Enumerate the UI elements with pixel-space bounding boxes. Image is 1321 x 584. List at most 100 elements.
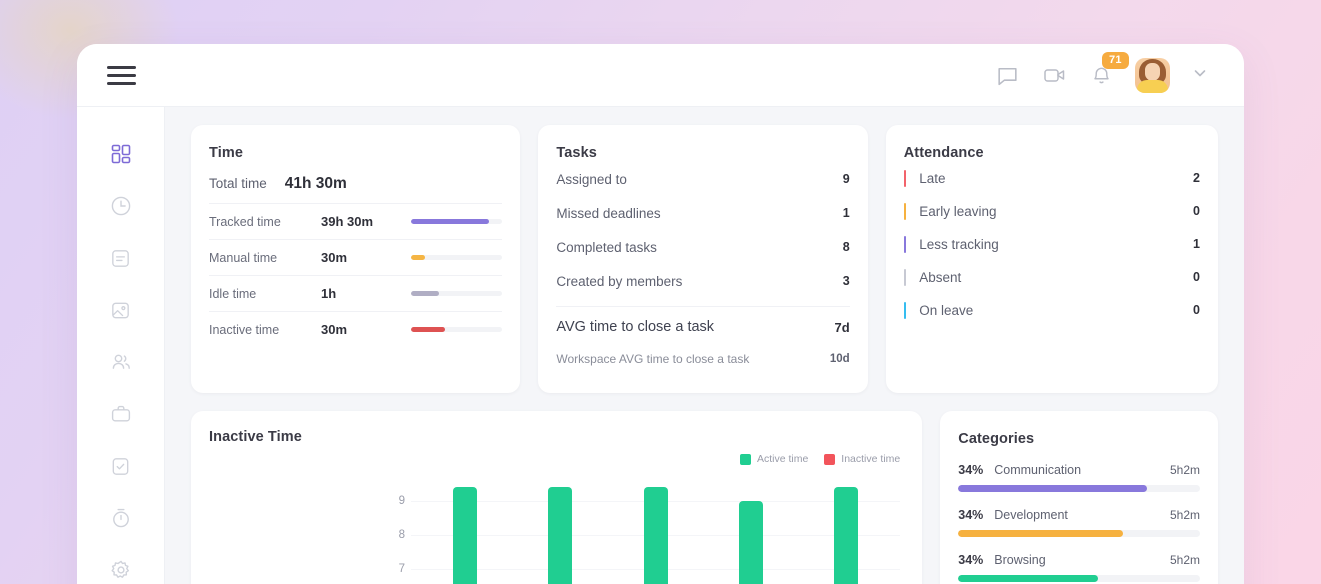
time-row-value: 1h bbox=[321, 286, 337, 301]
time-row-value: 30m bbox=[321, 322, 348, 337]
attendance-row-value: 0 bbox=[1193, 204, 1200, 218]
hamburger-menu-button[interactable] bbox=[77, 65, 165, 85]
task-row-label: Completed tasks bbox=[556, 239, 657, 255]
attendance-card-title: Attendance bbox=[903, 145, 984, 161]
attendance-row-value: 0 bbox=[1193, 270, 1200, 284]
time-row-value: 39h 30m bbox=[321, 214, 374, 229]
avg-close-time-value: 7d bbox=[834, 319, 850, 335]
category-progress-track bbox=[958, 530, 1200, 537]
legend-label: Inactive time bbox=[841, 453, 901, 465]
chart-y-tick: 8 bbox=[398, 528, 405, 541]
chart-y-tick: 7 bbox=[398, 562, 405, 575]
main-content: Time Total time 41h 30m Tracked time 39h… bbox=[165, 107, 1244, 584]
time-row-label: Inactive time bbox=[209, 322, 280, 337]
hamburger-line bbox=[106, 73, 136, 77]
category-name: Development bbox=[994, 508, 1068, 522]
sidebar-item-timer[interactable] bbox=[104, 505, 138, 531]
category-progress-fill bbox=[958, 575, 1099, 582]
attendance-color-bar bbox=[903, 235, 907, 253]
time-row-progress-track bbox=[411, 291, 503, 296]
categories-card-title: Categories bbox=[958, 431, 1035, 447]
attendance-row-label: Late bbox=[919, 170, 946, 186]
chart-bar-segment-active bbox=[452, 487, 477, 584]
category-time: 5h2m bbox=[1169, 508, 1200, 522]
top-bar-actions: 71 bbox=[995, 51, 1244, 93]
cards-row-top: Time Total time 41h 30m Tracked time 39h… bbox=[191, 125, 1218, 393]
chart-plot-area bbox=[411, 487, 901, 584]
inactive-time-chart-card: Inactive Time Active time Inactive time … bbox=[191, 411, 923, 584]
time-row-label: Tracked time bbox=[209, 214, 281, 229]
task-row-value: 3 bbox=[842, 274, 850, 288]
chart-bar[interactable] bbox=[452, 487, 477, 584]
sidebar-item-screenshots[interactable] bbox=[104, 297, 138, 323]
time-row-progress-fill bbox=[411, 291, 440, 296]
chart-bar-segment-active bbox=[739, 500, 764, 584]
task-row: Completed tasks 8 bbox=[556, 231, 849, 263]
attendance-row-label: On leave bbox=[919, 302, 974, 318]
avatar-body bbox=[1137, 79, 1168, 93]
category-progress-track bbox=[958, 575, 1200, 582]
total-time-label: Total time bbox=[209, 176, 267, 191]
sidebar-item-tasks[interactable] bbox=[104, 453, 138, 479]
workspace-avg-label: Workspace AVG time to close a task bbox=[556, 352, 750, 366]
legend-label: Active time bbox=[756, 453, 809, 465]
sidebar-item-reports[interactable] bbox=[104, 245, 138, 271]
category-time: 5h2m bbox=[1169, 553, 1200, 567]
category-name: Communication bbox=[994, 463, 1082, 477]
chart-bar-segment-active bbox=[548, 487, 573, 584]
time-row: Inactive time 30m bbox=[209, 311, 503, 347]
notification-badge: 71 bbox=[1102, 51, 1129, 69]
legend-swatch bbox=[739, 453, 751, 465]
chart-bar[interactable] bbox=[548, 487, 573, 584]
attendance-row-value: 0 bbox=[1193, 303, 1200, 317]
hamburger-line bbox=[106, 65, 136, 69]
attendance-row: Late 2 bbox=[903, 162, 1200, 194]
avatar-face bbox=[1145, 62, 1160, 81]
total-time-row: Total time 41h 30m bbox=[209, 175, 502, 193]
category-header: 34% Communication 5h2m bbox=[958, 463, 1200, 477]
chart-bar[interactable] bbox=[834, 487, 859, 584]
task-row-label: Created by members bbox=[556, 273, 683, 289]
category-header: 34% Development 5h2m bbox=[958, 508, 1200, 522]
avatar[interactable] bbox=[1135, 57, 1170, 93]
chart-bar-segment-active bbox=[643, 487, 668, 584]
sidebar-item-settings[interactable] bbox=[104, 557, 138, 583]
time-row: Idle time 1h bbox=[209, 275, 503, 311]
bell-icon[interactable]: 71 bbox=[1090, 51, 1129, 87]
category-progress-track bbox=[958, 485, 1200, 492]
legend-swatch bbox=[824, 453, 836, 465]
chart-bar[interactable] bbox=[739, 487, 764, 584]
tasks-card: Tasks Assigned to 9 Missed deadlines 1 C… bbox=[538, 125, 868, 393]
chat-icon[interactable] bbox=[995, 63, 1020, 88]
chevron-down-icon[interactable] bbox=[1192, 65, 1208, 86]
sidebar-item-time[interactable] bbox=[104, 193, 138, 219]
inactive-time-chart-title: Inactive Time bbox=[209, 429, 302, 445]
sidebar-item-members[interactable] bbox=[104, 349, 138, 375]
hamburger-line bbox=[106, 81, 136, 85]
task-row: Assigned to 9 bbox=[556, 163, 849, 195]
time-row-progress-fill bbox=[411, 219, 489, 224]
chart-bar[interactable] bbox=[643, 487, 668, 584]
category-percent: 34% bbox=[958, 463, 984, 477]
category-progress-fill bbox=[958, 485, 1147, 492]
chart-y-axis: 98765 bbox=[385, 487, 411, 584]
total-time-value: 41h 30m bbox=[284, 175, 347, 192]
chart-body: AVG inactive time % 50% 98765 bbox=[209, 487, 901, 584]
workspace-avg-close-time-row: Workspace AVG time to close a task 10d bbox=[556, 343, 849, 375]
category-time: 5h2m bbox=[1169, 463, 1200, 477]
top-bar: 71 bbox=[77, 44, 1244, 107]
task-row: Missed deadlines 1 bbox=[556, 197, 849, 229]
time-row-value: 30m bbox=[321, 250, 348, 265]
chart-legend: Active time Inactive time bbox=[739, 453, 901, 465]
video-icon[interactable] bbox=[1042, 62, 1068, 88]
sidebar-item-dashboard[interactable] bbox=[104, 141, 138, 167]
attendance-row-label: Early leaving bbox=[919, 203, 997, 219]
time-breakdown-list: Tracked time 39h 30m Manual time 30m Idl… bbox=[209, 203, 503, 347]
legend-item-active-time: Active time bbox=[739, 453, 809, 465]
category-item: 34% Communication 5h2m bbox=[958, 463, 1200, 492]
workspace-avg-value: 10d bbox=[829, 353, 850, 365]
sidebar-item-projects[interactable] bbox=[104, 401, 138, 427]
tasks-card-title: Tasks bbox=[556, 145, 597, 161]
attendance-color-bar bbox=[903, 268, 907, 286]
attendance-color-bar bbox=[903, 169, 907, 187]
